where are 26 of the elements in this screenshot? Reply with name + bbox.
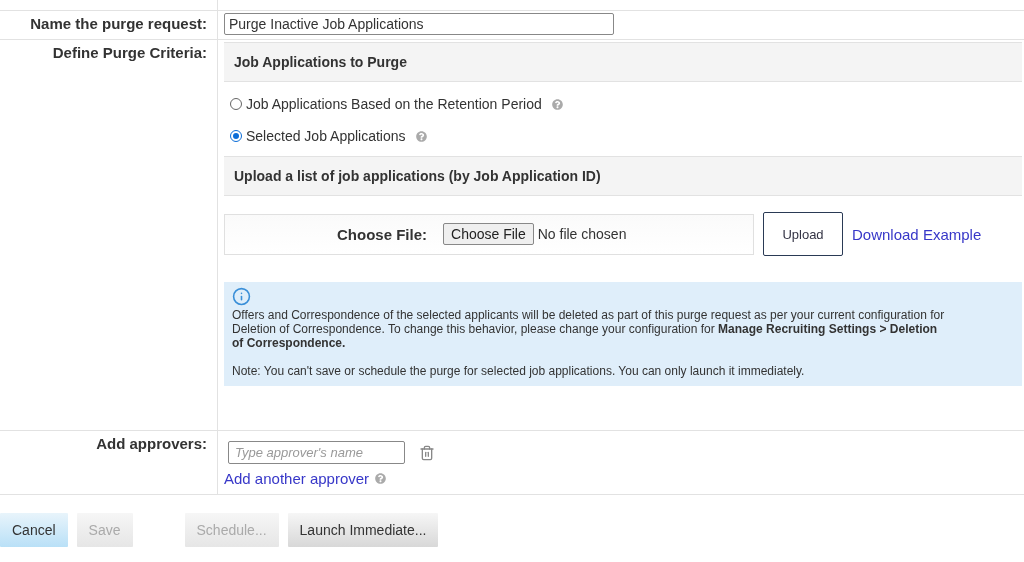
radio-button[interactable] [230,130,242,142]
section-header: Job Applications to Purge [224,42,1022,82]
trash-icon[interactable] [419,444,435,461]
radio-button[interactable] [230,98,242,110]
section-header: Upload a list of job applications (by Job Application ID) [224,156,1022,196]
approver-field[interactable]: Type approver's name [228,441,405,464]
radio-label: Job Applications Based on the Retention Period [246,96,542,112]
field-label: Name the purge request: [30,15,207,32]
upload-button[interactable]: Upload [763,212,843,256]
help-icon[interactable] [415,130,427,142]
choose-file-button[interactable]: Choose File [443,223,534,245]
help-icon[interactable] [551,98,563,110]
field-label: Choose File: [337,225,427,243]
info-icon [232,287,251,306]
add-approver-link[interactable]: Add another approver [224,470,370,487]
info-text: Offers and Correspondence of the selected applicants will be deleted as part of this purge request as per your current configuration for Deletion of Correspondence. To change this behavior, please change your configuration for Manage Recruiting Settings > Deletion of Correspondence. [232,308,946,350]
purge-name-field[interactable]: Purge Inactive Job Applications [224,13,614,35]
field-label: Add approvers: [96,435,207,452]
radio-label: Selected Job Applications [246,128,406,144]
file-status: No file chosen [537,226,627,242]
info-note: Note: You can't save or schedule the purge for selected job applications. You can only launch it immediately. [232,364,806,378]
help-icon[interactable] [375,473,387,484]
action-button[interactable]: Launch Immediate... [287,513,439,547]
field-label: Define Purge Criteria: [52,44,207,61]
action-button[interactable]: Cancel [0,513,68,547]
download-example-link[interactable]: Download Example [852,225,982,243]
